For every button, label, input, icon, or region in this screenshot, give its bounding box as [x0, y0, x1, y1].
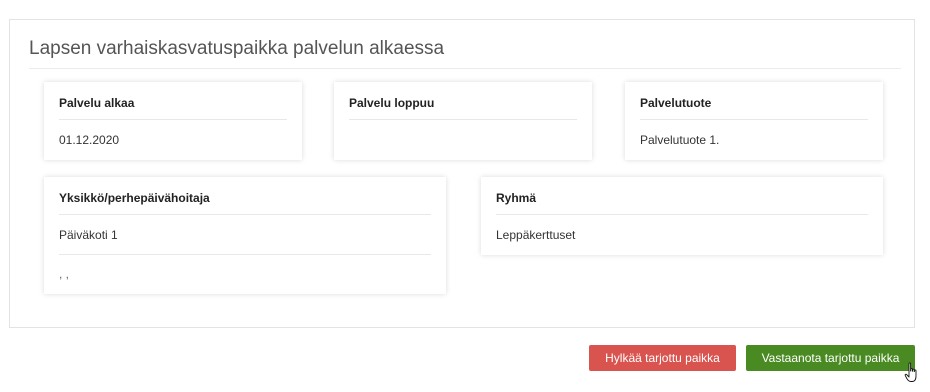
divider: [640, 119, 868, 120]
service-start-label: Palvelu alkaa: [59, 96, 135, 110]
service-product-value: Palvelutuote 1.: [640, 133, 720, 147]
divider: [59, 119, 287, 120]
unit-label: Yksikkö/perhepäivähoitaja: [59, 191, 210, 205]
unit-value: Päiväkoti 1: [59, 228, 118, 242]
divider: [496, 214, 868, 215]
hand-pointer-cursor-icon: [904, 362, 917, 382]
service-start-card: Palvelu alkaa 01.12.2020: [44, 82, 302, 160]
divider: [349, 119, 577, 120]
reject-offered-place-button[interactable]: Hylkää tarjottu paikka: [589, 345, 736, 371]
placement-panel: Lapsen varhaiskasvatuspaikka palvelun al…: [9, 19, 915, 328]
group-card: Ryhmä Leppäkerttuset: [481, 177, 883, 255]
accept-offered-place-button[interactable]: Vastaanota tarjottu paikka: [746, 345, 915, 371]
unit-address: , ,: [59, 267, 70, 281]
divider: [59, 214, 431, 215]
service-start-value: 01.12.2020: [59, 133, 120, 147]
service-end-card: Palvelu loppuu: [334, 82, 592, 160]
unit-card: Yksikkö/perhepäivähoitaja Päiväkoti 1 , …: [44, 177, 446, 294]
service-end-label: Palvelu loppuu: [349, 96, 435, 110]
title-divider: [29, 68, 901, 69]
service-product-card: Palvelutuote Palvelutuote 1.: [625, 82, 883, 160]
section-title: Lapsen varhaiskasvatuspaikka palvelun al…: [29, 38, 445, 59]
group-label: Ryhmä: [496, 191, 537, 205]
group-value: Leppäkerttuset: [496, 228, 576, 242]
divider: [59, 254, 431, 255]
service-product-label: Palvelutuote: [640, 96, 712, 110]
